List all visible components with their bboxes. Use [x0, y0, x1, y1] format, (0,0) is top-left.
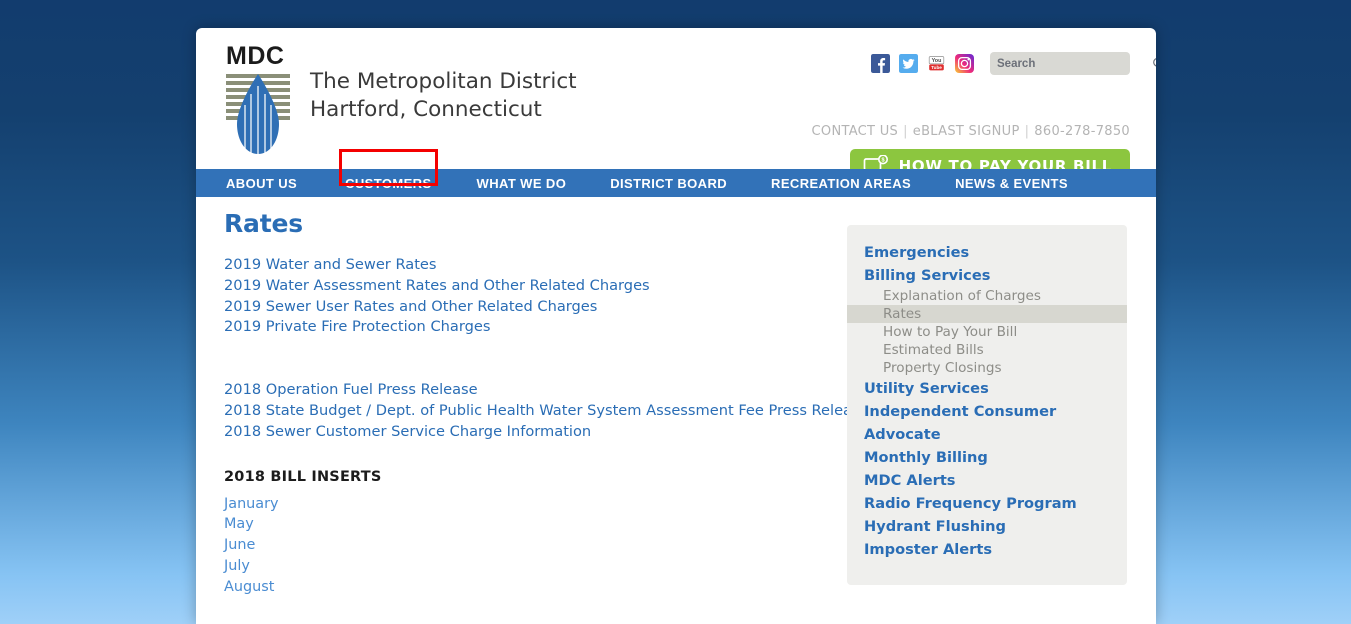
water-droplet-logo-icon — [224, 72, 292, 158]
rates-link[interactable]: 2019 Private Fire Protection Charges — [224, 317, 844, 338]
sidebar-item-how-to-pay-your-bill[interactable]: How to Pay Your Bill — [847, 323, 1127, 341]
nav-item-district-board[interactable]: DISTRICT BOARD — [610, 176, 727, 191]
nav-item-customers[interactable]: CUSTOMERS — [345, 176, 431, 191]
rates-link[interactable]: 2019 Sewer User Rates and Other Related … — [224, 297, 844, 318]
sidebar-item-radio-frequency-program[interactable]: Radio Frequency Program — [847, 492, 1127, 515]
bill-inserts-heading: 2018 BILL INSERTS — [224, 468, 382, 485]
bill-insert-link[interactable]: August — [224, 577, 844, 598]
site-header: MDC The Metropolitan District Hartford, … — [196, 28, 1156, 182]
svg-text:Tube: Tube — [931, 65, 942, 70]
bill-insert-link[interactable]: July — [224, 556, 844, 577]
site-logo[interactable]: MDC The Metropolitan District Hartford, … — [224, 44, 577, 156]
search-box[interactable] — [990, 52, 1156, 75]
sidebar-navigation: Emergencies Billing Services Explanation… — [847, 225, 1127, 585]
sidebar-item-hydrant-flushing[interactable]: Hydrant Flushing — [847, 515, 1127, 538]
svg-text:You: You — [932, 58, 942, 64]
instagram-icon[interactable] — [955, 54, 974, 73]
logo-mark: MDC — [224, 44, 294, 156]
search-input[interactable] — [997, 57, 1152, 70]
rates-link[interactable]: 2019 Water Assessment Rates and Other Re… — [224, 276, 844, 297]
rates-links-group-1: 2019 Water and Sewer Rates 2019 Water As… — [224, 255, 844, 338]
org-line-2: Hartford, Connecticut — [310, 97, 542, 122]
sidebar-item-explanation-of-charges[interactable]: Explanation of Charges — [847, 287, 1127, 305]
bill-inserts-list: January May June July August — [224, 494, 844, 598]
page-title: Rates — [224, 209, 303, 238]
main-column: Rates 2019 Water and Sewer Rates 2019 Wa… — [224, 197, 869, 598]
nav-item-news-and-events[interactable]: NEWS & EVENTS — [955, 176, 1068, 191]
org-line-1: The Metropolitan District — [310, 69, 577, 94]
sidebar-item-property-closings[interactable]: Property Closings — [847, 359, 1127, 377]
nav-item-about-us[interactable]: ABOUT US — [226, 176, 297, 191]
logo-wordmark: MDC — [226, 42, 285, 70]
sidebar-item-mdc-alerts[interactable]: MDC Alerts — [847, 469, 1127, 492]
contact-separator-1: | — [903, 124, 908, 139]
contact-us-link[interactable]: CONTACT US — [812, 124, 899, 139]
nav-item-what-we-do[interactable]: WHAT WE DO — [477, 176, 567, 191]
phone-number: 860-278-7850 — [1034, 124, 1130, 139]
facebook-icon[interactable] — [871, 54, 890, 73]
sidebar-item-rates[interactable]: Rates — [847, 305, 1127, 323]
sidebar-item-imposter-alerts[interactable]: Imposter Alerts — [847, 538, 1127, 561]
organization-name: The Metropolitan District Hartford, Conn… — [310, 68, 577, 124]
press-release-link[interactable]: 2018 State Budget / Dept. of Public Heal… — [224, 401, 869, 422]
sidebar-item-independent-consumer-advocate[interactable]: Independent Consumer Advocate — [847, 400, 1127, 446]
sidebar-item-utility-services[interactable]: Utility Services — [847, 377, 1127, 400]
page-container: MDC The Metropolitan District Hartford, … — [196, 28, 1156, 624]
page-content: Rates 2019 Water and Sewer Rates 2019 Wa… — [196, 197, 1156, 624]
eblast-signup-link[interactable]: eBLAST SIGNUP — [913, 124, 1020, 139]
links-spacer — [224, 338, 844, 380]
contact-separator-2: | — [1024, 124, 1030, 139]
rates-link[interactable]: 2019 Water and Sewer Rates — [224, 255, 844, 276]
youtube-icon[interactable]: You Tube — [927, 54, 946, 73]
sidebar-item-billing-services[interactable]: Billing Services — [847, 264, 1127, 287]
contact-row: CONTACT US | eBLAST SIGNUP | 860-278-7850 — [812, 124, 1130, 139]
main-navigation: ABOUT US CUSTOMERS WHAT WE DO DISTRICT B… — [196, 149, 1156, 197]
search-icon[interactable] — [1152, 57, 1156, 70]
sidebar-item-emergencies[interactable]: Emergencies — [847, 241, 1127, 264]
bill-insert-link[interactable]: June — [224, 535, 844, 556]
nav-item-recreation-areas[interactable]: RECREATION AREAS — [771, 176, 911, 191]
utility-row: You Tube — [871, 52, 1156, 75]
twitter-icon[interactable] — [899, 54, 918, 73]
press-release-link[interactable]: 2018 Operation Fuel Press Release — [224, 380, 844, 401]
press-release-link[interactable]: 2018 Sewer Customer Service Charge Infor… — [224, 422, 844, 443]
sidebar-item-estimated-bills[interactable]: Estimated Bills — [847, 341, 1127, 359]
bill-insert-link[interactable]: January — [224, 494, 844, 515]
bill-insert-link[interactable]: May — [224, 514, 844, 535]
sidebar-item-monthly-billing[interactable]: Monthly Billing — [847, 446, 1127, 469]
rates-links-group-2: 2018 Operation Fuel Press Release 2018 S… — [224, 380, 869, 443]
